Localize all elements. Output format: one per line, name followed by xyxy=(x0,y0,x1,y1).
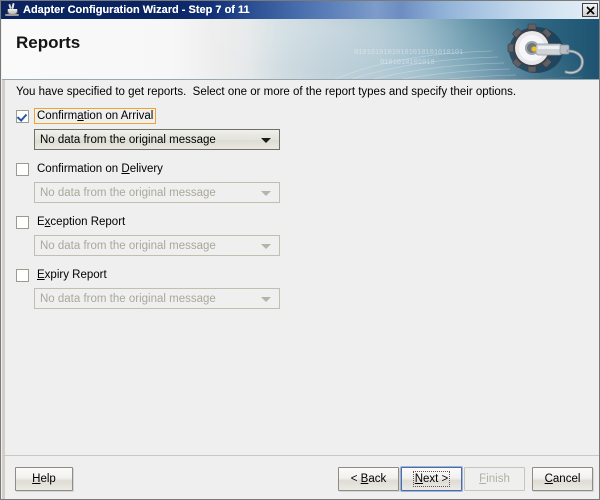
label-prefix: Confirmation on xyxy=(37,163,122,175)
btn-suffix: inish xyxy=(486,473,510,485)
window-title: Adapter Configuration Wizard - Step 7 of… xyxy=(23,4,250,16)
label-suffix: tion on Arrival xyxy=(83,110,154,122)
wizard-banner: 01010101010101010101010101 0101010101010 xyxy=(2,19,599,80)
checkbox-label-exception-report[interactable]: Exception Report xyxy=(34,214,128,230)
combo-confirmation-on-delivery: No data from the original message xyxy=(34,182,280,203)
chevron-down-icon xyxy=(261,297,271,302)
btn-suffix: ext > xyxy=(423,473,449,485)
chevron-down-icon xyxy=(261,138,271,143)
combo-exception-report: No data from the original message xyxy=(34,235,280,256)
help-button-label: Help xyxy=(32,473,56,485)
label-mnemonic: E xyxy=(37,269,45,281)
binary-text-line-2: 0101010101010 xyxy=(380,59,435,67)
finish-button-label: Finish xyxy=(479,473,510,485)
chevron-down-icon xyxy=(261,191,271,196)
checkbox-label-expiry-report[interactable]: Expiry Report xyxy=(34,267,110,283)
label-mnemonic: D xyxy=(121,163,130,175)
btn-suffix: ancel xyxy=(552,473,581,485)
chevron-down-icon xyxy=(261,244,271,249)
page-title: Reports xyxy=(16,33,81,52)
button-bar: Help < Back Next > Finish Cancel xyxy=(2,455,599,499)
title-bar: Adapter Configuration Wizard - Step 7 of… xyxy=(1,1,599,19)
finish-button: Finish xyxy=(464,467,525,491)
label-prefix: Confirm xyxy=(37,110,78,122)
content-panel: You have specified to get reports. Selec… xyxy=(2,80,599,455)
option-group-confirmation-on-delivery: Confirmation on Delivery No data from th… xyxy=(16,161,280,203)
option-group-confirmation-on-arrival: Confirmation on Arrival No data from the… xyxy=(16,108,280,150)
combo-value-expiry-report: No data from the original message xyxy=(40,292,216,305)
back-button-label: < Back xyxy=(351,473,387,485)
checkbox-row-confirmation-on-delivery[interactable]: Confirmation on Delivery xyxy=(16,161,280,177)
java-coffee-cup-icon xyxy=(5,2,19,17)
combo-value-confirmation-on-arrival: No data from the original message xyxy=(40,133,216,146)
close-button[interactable] xyxy=(582,3,598,17)
checkbox-row-exception-report[interactable]: Exception Report xyxy=(16,214,280,230)
checkbox-confirmation-on-arrival[interactable] xyxy=(16,109,29,123)
banner-sheen xyxy=(2,19,599,79)
option-group-exception-report: Exception Report No data from the origin… xyxy=(16,214,280,256)
combo-value-confirmation-on-delivery: No data from the original message xyxy=(40,186,216,199)
btn-mnemonic: C xyxy=(544,473,553,485)
back-button[interactable]: < Back xyxy=(338,467,399,491)
next-button[interactable]: Next > xyxy=(401,467,462,491)
btn-prefix: < xyxy=(350,473,361,485)
checkbox-expiry-report[interactable] xyxy=(16,268,29,282)
btn-suffix: elp xyxy=(40,473,56,485)
label-prefix: E xyxy=(37,216,45,228)
combo-confirmation-on-arrival[interactable]: No data from the original message xyxy=(34,129,280,150)
help-button[interactable]: Help xyxy=(15,467,73,491)
label-suffix: xpiry Report xyxy=(44,269,107,281)
checkbox-exception-report[interactable] xyxy=(16,215,29,229)
next-button-label: Next > xyxy=(412,471,451,487)
option-group-expiry-report: Expiry Report No data from the original … xyxy=(16,267,280,309)
banner-arc-decoration xyxy=(334,50,582,79)
instruction-text: You have specified to get reports. Selec… xyxy=(16,86,517,98)
btn-mnemonic: N xyxy=(414,473,424,485)
cancel-button[interactable]: Cancel xyxy=(532,467,593,491)
checkbox-label-confirmation-on-delivery[interactable]: Confirmation on Delivery xyxy=(34,161,166,177)
close-icon xyxy=(585,5,595,15)
gear-and-wrench-icon xyxy=(507,23,584,75)
cancel-button-label: Cancel xyxy=(545,473,581,485)
combo-value-exception-report: No data from the original message xyxy=(40,239,216,252)
checkbox-row-confirmation-on-arrival[interactable]: Confirmation on Arrival xyxy=(16,108,280,124)
combo-expiry-report: No data from the original message xyxy=(34,288,280,309)
checkbox-row-expiry-report[interactable]: Expiry Report xyxy=(16,267,280,283)
btn-suffix: ack xyxy=(368,473,387,485)
checkbox-label-confirmation-on-arrival[interactable]: Confirmation on Arrival xyxy=(34,108,157,124)
label-suffix: elivery xyxy=(129,163,163,175)
wizard-window: Adapter Configuration Wizard - Step 7 of… xyxy=(0,0,600,500)
label-suffix: ception Report xyxy=(50,216,126,228)
checkbox-confirmation-on-delivery[interactable] xyxy=(16,162,29,176)
binary-text-line-1: 01010101010101010101010101 xyxy=(354,49,464,57)
